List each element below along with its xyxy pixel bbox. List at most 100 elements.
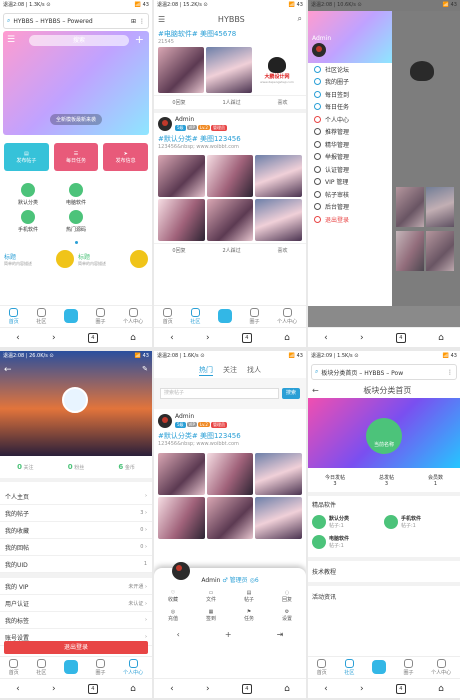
post-title[interactable]: #默认分类# 美图123456 xyxy=(158,134,302,144)
nav-post[interactable] xyxy=(217,309,232,324)
popup-task[interactable]: ⚑ 任务 xyxy=(230,609,268,622)
back-icon[interactable]: ‹ xyxy=(324,333,328,343)
dimmed-content[interactable] xyxy=(392,11,460,306)
category-item[interactable]: 手机软件 帖子:1 xyxy=(384,515,456,529)
post-image[interactable] xyxy=(158,453,205,495)
row-tags[interactable]: 我的标签 › xyxy=(0,612,152,629)
menu-vip[interactable]: VIP 管理 xyxy=(308,176,392,189)
post-title[interactable]: #电脑软件# 美图45678 xyxy=(158,29,302,39)
like-button[interactable]: 喜欢 xyxy=(278,99,288,106)
post-image[interactable] xyxy=(158,47,204,93)
nav-home[interactable]: 首页 xyxy=(163,308,173,325)
nav-circle[interactable]: 圈子 xyxy=(96,659,106,676)
section-title[interactable]: 活动资讯 xyxy=(308,582,460,607)
post-card[interactable]: #电脑软件# 美图45678 21545 大鹏设计网 www.dapengshe… xyxy=(154,27,306,95)
menu-profile[interactable]: 个人中心 xyxy=(308,113,392,126)
action-card-send[interactable]: ➤ 发布信息 xyxy=(103,143,149,171)
post-image[interactable] xyxy=(255,453,302,495)
menu-forum[interactable]: 社区论坛 xyxy=(308,63,392,76)
post-card[interactable]: Admin 5级 VIP Lv.2 管理员 #默认分类# 美图123456 12345… xyxy=(154,113,306,155)
action-card-task[interactable]: ☰ 每日任务 xyxy=(53,143,99,171)
forward-icon[interactable]: › xyxy=(360,684,364,694)
back-icon[interactable]: ‹ xyxy=(324,684,328,694)
popup-exit-icon[interactable]: ⇥ xyxy=(277,630,284,639)
category-item[interactable]: 电脑软件 帖子:1 xyxy=(312,535,384,549)
menu-digest[interactable]: 精华管理 xyxy=(308,138,392,151)
tabs-icon[interactable]: 4 xyxy=(395,683,406,694)
post-image[interactable] xyxy=(255,497,302,539)
popup-signin[interactable]: ▦ 签到 xyxy=(192,609,230,622)
post-image[interactable] xyxy=(158,155,205,197)
avatar[interactable] xyxy=(312,43,326,57)
row-homepage[interactable]: 个人主页 › xyxy=(0,488,152,505)
nav-community[interactable]: 社区 xyxy=(36,308,46,325)
notice-card[interactable]: 标题 简单的内容描述 xyxy=(4,250,74,268)
popup-recharge[interactable]: ◎ 充值 xyxy=(154,609,192,622)
tabs-icon[interactable]: 4 xyxy=(87,332,98,343)
menu-icon[interactable]: ☰ xyxy=(7,35,15,45)
forward-icon[interactable]: › xyxy=(52,684,56,694)
address-bar[interactable]: ⌕ 板块分类首页 – HYBBS – Pow ⋮ xyxy=(311,364,457,380)
post-image[interactable] xyxy=(255,199,302,241)
nav-home[interactable]: 首页 xyxy=(9,659,19,676)
row-favorites[interactable]: 我的收藏 0 › xyxy=(0,522,152,539)
menu-task[interactable]: 每日任务 xyxy=(308,101,392,114)
author-name[interactable]: Admin xyxy=(175,116,228,123)
home-icon[interactable]: ⌂ xyxy=(130,684,136,694)
tab-hot[interactable]: 热门 xyxy=(199,365,213,376)
search-input[interactable]: 搜索 xyxy=(29,35,129,46)
address-bar[interactable]: ⌕ HYBBS – HYBBS – Powered ⊞ ⋮ xyxy=(3,13,149,29)
row-vip[interactable]: 我的 VIP 未开通 › xyxy=(0,578,152,595)
popup-add-icon[interactable]: + xyxy=(225,630,232,639)
popup-file[interactable]: ▭ 文件 xyxy=(192,590,230,603)
post-image[interactable] xyxy=(206,199,254,241)
forum-item[interactable]: 热门源码 xyxy=(52,210,100,233)
menu-circle[interactable]: 我的圈子 xyxy=(308,76,392,89)
nav-home[interactable]: 首页 xyxy=(9,308,19,325)
tabs-icon[interactable]: 4 xyxy=(241,683,252,694)
banner-caption[interactable]: 全新模板最新来袭 xyxy=(49,114,103,125)
logout-button[interactable]: 退出登录 xyxy=(4,641,148,654)
like-button[interactable]: 喜欢 xyxy=(278,247,288,254)
stat-fans[interactable]: 0 粉丝 xyxy=(68,463,84,471)
menu-icon[interactable]: ☰ xyxy=(158,15,165,24)
search-button[interactable]: 搜索 xyxy=(282,388,300,399)
nav-profile[interactable]: 个人中心 xyxy=(277,308,297,325)
post-image[interactable] xyxy=(255,155,302,197)
row-uid[interactable]: 我的UID 1 xyxy=(0,556,152,573)
popup-settings[interactable]: ⚙ 设置 xyxy=(268,609,306,622)
post-image[interactable] xyxy=(158,497,205,539)
post-image[interactable] xyxy=(206,497,254,539)
menu-admin[interactable]: 后台管理 xyxy=(308,201,392,214)
back-arrow-icon[interactable]: ← xyxy=(312,386,319,395)
search-input[interactable]: 搜索帖子 xyxy=(160,388,279,399)
tabs-icon[interactable]: 4 xyxy=(87,683,98,694)
forum-item[interactable]: 电脑软件 xyxy=(52,183,100,206)
popup-favorite[interactable]: ♡ 收藏 xyxy=(154,590,192,603)
nav-profile[interactable]: 个人中心 xyxy=(123,308,143,325)
nav-circle[interactable]: 圈子 xyxy=(250,308,260,325)
search-icon[interactable]: ⌕ xyxy=(298,14,302,24)
post-title[interactable]: #默认分类# 美图123456 xyxy=(158,431,302,441)
menu-report[interactable]: 举报管理 xyxy=(308,151,392,164)
forward-icon[interactable]: › xyxy=(206,684,210,694)
forward-icon[interactable]: › xyxy=(360,333,364,343)
stat-coins[interactable]: 6 金币 xyxy=(118,463,134,471)
edit-icon[interactable]: ✎ xyxy=(142,365,148,373)
home-icon[interactable]: ⌂ xyxy=(438,333,444,343)
nav-post[interactable] xyxy=(63,309,78,324)
tab-find[interactable]: 找人 xyxy=(247,365,261,375)
notice-card[interactable]: 标题 简单的内容描述 xyxy=(78,250,148,268)
nav-post[interactable] xyxy=(371,660,386,675)
back-icon[interactable]: ‹ xyxy=(16,684,20,694)
forum-item[interactable]: 默认分类 xyxy=(4,183,52,206)
forward-icon[interactable]: › xyxy=(52,333,56,343)
avatar[interactable] xyxy=(158,116,172,131)
post-image[interactable] xyxy=(206,47,252,93)
nav-community[interactable]: 社区 xyxy=(190,308,200,325)
nav-profile[interactable]: 个人中心 xyxy=(431,659,451,676)
tabs-icon[interactable]: 4 xyxy=(241,332,252,343)
back-icon[interactable]: ‹ xyxy=(170,333,174,343)
post-image-logo[interactable]: 大鹏设计网 www.dapengsheji.com xyxy=(254,47,300,93)
nav-circle[interactable]: 圈子 xyxy=(96,308,106,325)
